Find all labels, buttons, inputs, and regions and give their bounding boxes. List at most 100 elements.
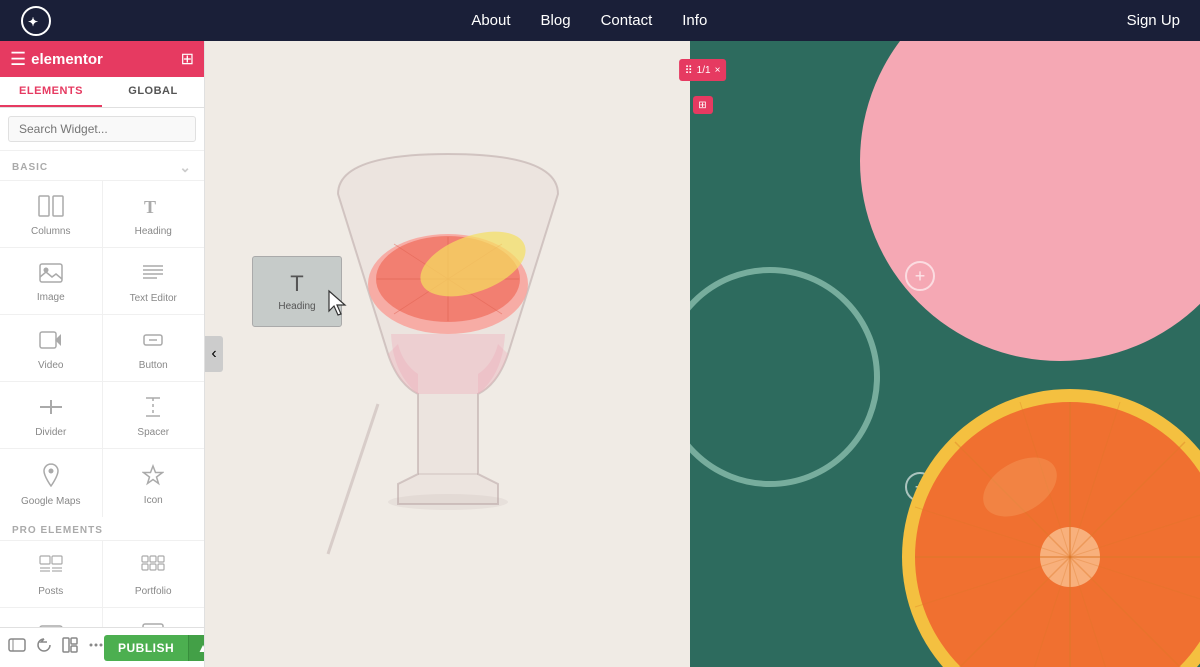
widget-columns[interactable]: Columns	[0, 181, 102, 247]
top-navigation: ✦ About Blog Contact Info Sign Up	[0, 0, 1200, 41]
nav-info[interactable]: Info	[682, 12, 707, 29]
logo-icon: ✦	[20, 5, 52, 37]
divider-icon	[38, 396, 64, 422]
cocktail-background	[205, 41, 690, 667]
column-grip-icon: ⠿	[685, 64, 693, 77]
search-input[interactable]	[8, 116, 196, 142]
canvas-right: + +	[690, 41, 1200, 667]
divider-label: Divider	[35, 427, 66, 438]
columns-label: Columns	[31, 226, 70, 237]
video-label: Video	[38, 360, 63, 371]
tab-global[interactable]: GLOBAL	[102, 77, 204, 107]
heading-widget-label: Heading	[278, 301, 315, 312]
spacer-label: Spacer	[137, 427, 169, 438]
widget-spacer[interactable]: Spacer	[103, 382, 205, 448]
google-maps-icon	[40, 463, 62, 491]
widget-slides[interactable]: Slides	[0, 608, 102, 627]
widget-divider[interactable]: Divider	[0, 382, 102, 448]
image-icon	[39, 263, 63, 287]
pro-widgets-grid: Posts Portfolio Slides	[0, 540, 204, 627]
widget-heading[interactable]: T Heading	[103, 181, 205, 247]
bottom-icons	[8, 637, 104, 658]
elementor-logo-area: ☰ elementor	[10, 49, 103, 70]
panel-search	[0, 108, 204, 151]
posts-icon	[39, 555, 63, 581]
canvas-area: ‹ ⠿ 1/1 × ⊞	[205, 41, 1200, 667]
heading-label: Heading	[135, 226, 172, 237]
column-toolbar: ⠿ 1/1 ×	[679, 59, 727, 81]
spacer-icon	[142, 396, 164, 422]
svg-text:✦: ✦	[28, 15, 38, 29]
canvas-left: T Heading	[205, 41, 690, 667]
nav-right: Sign Up	[1127, 12, 1180, 29]
more-options-icon[interactable]	[88, 637, 104, 658]
widget-text-editor[interactable]: Text Editor	[103, 248, 205, 314]
columns-icon	[38, 195, 64, 221]
svg-text:T: T	[144, 197, 156, 217]
icon-label: Icon	[144, 495, 163, 506]
panel-tabs: ELEMENTS GLOBAL	[0, 77, 204, 108]
column-toolbar-pill: ⠿ 1/1 ×	[679, 59, 727, 81]
teal-arc-decoration	[690, 267, 880, 487]
text-editor-icon	[141, 262, 165, 288]
grapefruit-svg	[900, 387, 1200, 667]
pro-section-label: PRO ELEMENTS	[12, 525, 103, 536]
column-toolbar-close[interactable]: ×	[715, 65, 721, 76]
icon-widget-icon	[142, 464, 164, 490]
cocktail-svg	[278, 94, 618, 614]
publish-arrow-button[interactable]: ▲	[188, 635, 205, 661]
pink-circle-decoration	[860, 41, 1200, 361]
collapse-panel-button[interactable]: ‹	[205, 336, 223, 372]
basic-section-header: BASIC ⌄	[0, 151, 204, 180]
posts-label: Posts	[38, 586, 63, 597]
nav-about[interactable]: About	[471, 12, 510, 29]
widget-icon[interactable]: Icon	[103, 449, 205, 517]
column-handle-icon: ⊞	[698, 100, 706, 111]
button-label: Button	[139, 360, 168, 371]
google-maps-label: Google Maps	[21, 496, 80, 507]
tab-elements[interactable]: ELEMENTS	[0, 77, 102, 107]
nav-blog[interactable]: Blog	[541, 12, 571, 29]
nav-contact[interactable]: Contact	[601, 12, 653, 29]
widget-image[interactable]: Image	[0, 248, 102, 314]
column-toolbar-label: 1/1	[697, 65, 711, 76]
bottom-bar: PUBLISH ▲	[0, 627, 204, 667]
elementor-header: ☰ elementor ⊞	[0, 41, 204, 77]
widget-google-maps[interactable]: Google Maps	[0, 449, 102, 517]
nav-links: About Blog Contact Info	[52, 12, 1127, 29]
navigator-icon[interactable]	[62, 637, 78, 658]
history-icon[interactable]	[36, 637, 52, 658]
collapse-arrow-icon: ‹	[211, 345, 216, 363]
elementor-wordmark: elementor	[31, 51, 103, 68]
main-layout: ☰ elementor ⊞ ELEMENTS GLOBAL BASIC ⌄	[0, 41, 1200, 667]
logo-area: ✦	[20, 5, 52, 37]
pro-section-header: PRO ELEMENTS	[0, 517, 204, 540]
heading-icon: T	[142, 195, 164, 221]
widget-video[interactable]: Video	[0, 315, 102, 381]
widget-posts[interactable]: Posts	[0, 541, 102, 607]
publish-button[interactable]: PUBLISH	[104, 635, 188, 661]
column-handle[interactable]: ⊞	[693, 96, 713, 114]
heading-drag-widget[interactable]: T Heading	[252, 256, 342, 327]
signup-link[interactable]: Sign Up	[1127, 12, 1180, 29]
widget-form[interactable]: Form	[103, 608, 205, 627]
grapefruit-decoration	[900, 387, 1200, 667]
basic-section-label: BASIC	[12, 162, 48, 173]
text-editor-label: Text Editor	[130, 293, 177, 304]
button-icon	[141, 329, 165, 355]
grid-icon[interactable]: ⊞	[181, 49, 194, 69]
widget-button[interactable]: Button	[103, 315, 205, 381]
widgets-container: BASIC ⌄ Columns T Heading	[0, 151, 204, 627]
hamburger-icon[interactable]: ☰	[10, 49, 26, 70]
responsive-icon[interactable]	[8, 638, 26, 657]
left-panel: ☰ elementor ⊞ ELEMENTS GLOBAL BASIC ⌄	[0, 41, 205, 667]
image-label: Image	[37, 292, 65, 303]
basic-widgets-grid: Columns T Heading Image	[0, 180, 204, 517]
portfolio-label: Portfolio	[135, 586, 172, 597]
video-icon	[39, 329, 63, 355]
widget-portfolio[interactable]: Portfolio	[103, 541, 205, 607]
basic-chevron-icon[interactable]: ⌄	[179, 159, 192, 176]
heading-widget-icon: T	[290, 271, 303, 297]
portfolio-icon	[141, 555, 165, 581]
add-section-center-button[interactable]: +	[905, 261, 935, 291]
